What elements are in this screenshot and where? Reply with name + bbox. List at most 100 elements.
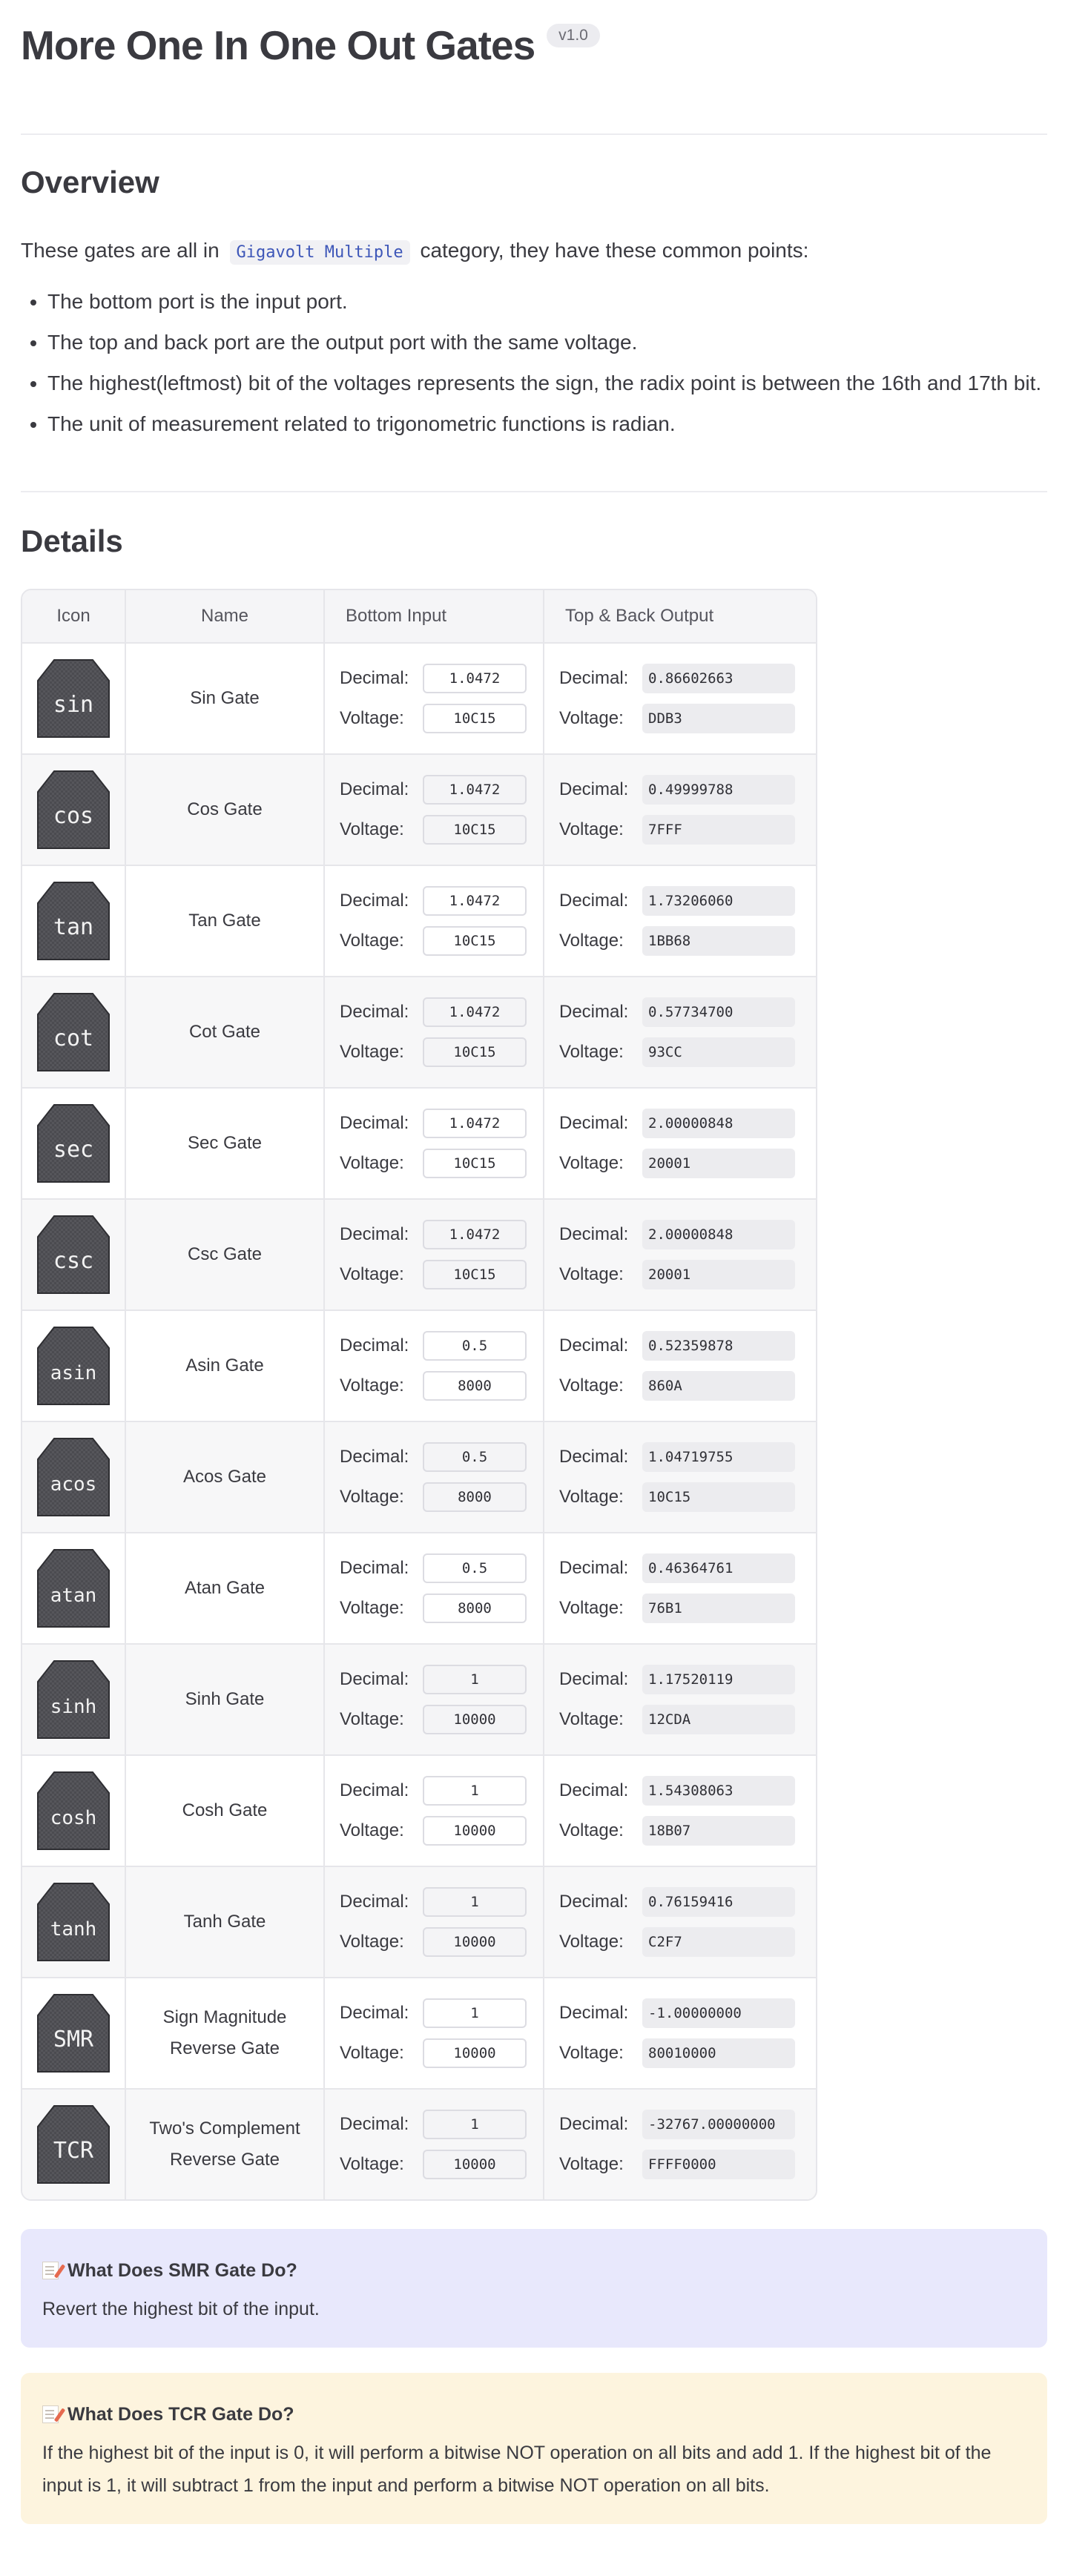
input-decimal-field[interactable]: 1.0472 [423, 775, 527, 805]
input-voltage-field[interactable]: 10000 [423, 2038, 527, 2068]
input-decimal-field[interactable]: 1.0472 [423, 886, 527, 916]
output-voltage-value: 10C15 [642, 1482, 795, 1512]
input-voltage-field[interactable]: 10C15 [423, 1149, 527, 1178]
output-cell: Decimal: 0.46364761 Voltage: 76B1 [544, 1533, 816, 1645]
decimal-label: Decimal: [559, 1002, 629, 1022]
output-decimal-row: Decimal: 0.57734700 [559, 992, 816, 1032]
gate-icon-cell: sec [22, 1089, 126, 1200]
input-decimal-field[interactable]: 0.5 [423, 1331, 527, 1361]
output-voltage-row: Voltage: 20001 [559, 1143, 816, 1183]
input-decimal-field[interactable]: 1.0472 [423, 997, 527, 1027]
input-voltage-field[interactable]: 8000 [423, 1482, 527, 1512]
input-voltage-row: Voltage: 10000 [340, 1922, 543, 1962]
voltage-label: Voltage: [559, 819, 624, 839]
gate-icon-label: TCR [53, 2138, 94, 2164]
gate-chip-icon: cot [37, 993, 110, 1071]
input-decimal-field[interactable]: 1.0472 [423, 1109, 527, 1138]
decimal-label: Decimal: [559, 668, 629, 688]
divider [21, 133, 1047, 135]
input-decimal-row: Decimal: 1 [340, 1882, 543, 1922]
decimal-label: Decimal: [559, 1113, 629, 1133]
input-voltage-field[interactable]: 10C15 [423, 815, 527, 845]
input-voltage-field[interactable]: 10C15 [423, 1260, 527, 1289]
decimal-label: Decimal: [340, 1892, 409, 1912]
gate-chip-icon: acos [37, 1438, 110, 1516]
input-decimal-field[interactable]: 0.5 [423, 1442, 527, 1472]
table-row: sinh Sinh Gate Decimal: 1 Voltage: 10000 Decim… [22, 1645, 816, 1756]
gate-name-cell: Asin Gate [126, 1311, 325, 1422]
input-voltage-field[interactable]: 10C15 [423, 1037, 527, 1067]
bottom-input-cell: Decimal: 0.5 Voltage: 8000 [325, 1311, 544, 1422]
input-decimal-field[interactable]: 1.0472 [423, 1220, 527, 1249]
input-decimal-field[interactable]: 1 [423, 1665, 527, 1694]
gate-icon-label: sin [53, 692, 93, 718]
gate-icon-cell: cos [22, 755, 126, 866]
input-voltage-field[interactable]: 8000 [423, 1594, 527, 1623]
divider [21, 491, 1047, 492]
smr-note: What Does SMR Gate Do? Revert the highes… [21, 2229, 1047, 2348]
gate-name-cell: Tanh Gate [126, 1867, 325, 1978]
output-cell: Decimal: 2.00000848 Voltage: 20001 [544, 1089, 816, 1200]
input-voltage-row: Voltage: 10000 [340, 2144, 543, 2184]
input-decimal-field[interactable]: 1 [423, 1776, 527, 1806]
decimal-label: Decimal: [340, 2003, 409, 2023]
gate-name-cell: Tan Gate [126, 866, 325, 977]
input-voltage-field[interactable]: 10000 [423, 2150, 527, 2179]
input-decimal-field[interactable]: 1.0472 [423, 664, 527, 693]
decimal-label: Decimal: [559, 1447, 629, 1467]
output-voltage-value: 12CDA [642, 1705, 795, 1734]
output-voltage-value: FFFF0000 [642, 2150, 795, 2179]
input-decimal-field[interactable]: 1 [423, 2110, 527, 2139]
voltage-label: Voltage: [340, 1709, 404, 1729]
bottom-input-cell: Decimal: 1 Voltage: 10000 [325, 1867, 544, 1978]
input-voltage-field[interactable]: 10C15 [423, 926, 527, 956]
voltage-label: Voltage: [559, 1153, 624, 1173]
input-voltage-field[interactable]: 10000 [423, 1705, 527, 1734]
output-voltage-value: 93CC [642, 1037, 795, 1067]
bottom-input-cell: Decimal: 0.5 Voltage: 8000 [325, 1422, 544, 1533]
table-row: cos Cos Gate Decimal: 1.0472 Voltage: 10C15 De… [22, 755, 816, 866]
gate-name-cell: Csc Gate [126, 1200, 325, 1311]
gate-icon-cell: TCR [22, 2090, 126, 2199]
voltage-label: Voltage: [559, 931, 624, 951]
input-decimal-field[interactable]: 1 [423, 1998, 527, 2028]
input-voltage-field[interactable]: 8000 [423, 1371, 527, 1401]
voltage-label: Voltage: [559, 1598, 624, 1618]
voltage-label: Voltage: [559, 1487, 624, 1507]
table-row: atan Atan Gate Decimal: 0.5 Voltage: 8000 Deci… [22, 1533, 816, 1645]
tcr-note-title: What Does TCR Gate Do? [42, 2398, 1026, 2431]
gate-icon-label: acos [50, 1473, 97, 1496]
input-voltage-row: Voltage: 10000 [340, 1700, 543, 1740]
input-voltage-row: Voltage: 10C15 [340, 1255, 543, 1295]
gate-chip-icon: sin [37, 659, 110, 738]
voltage-label: Voltage: [559, 1264, 624, 1284]
page: More One In One Out Gates v1.0 Overview … [0, 0, 1068, 2524]
decimal-label: Decimal: [340, 1447, 409, 1467]
output-voltage-value: 860A [642, 1371, 795, 1401]
voltage-label: Voltage: [340, 2043, 404, 2063]
gate-chip-icon: csc [37, 1215, 110, 1294]
output-decimal-value: 2.00000848 [642, 1220, 795, 1249]
gate-chip-icon: cos [37, 770, 110, 849]
voltage-label: Voltage: [559, 1932, 624, 1952]
gate-icon-cell: tanh [22, 1867, 126, 1978]
input-voltage-field[interactable]: 10000 [423, 1927, 527, 1957]
output-decimal-row: Decimal: -1.00000000 [559, 1993, 816, 2033]
gate-icon-cell: SMR [22, 1978, 126, 2090]
output-decimal-value: 1.54308063 [642, 1776, 795, 1806]
output-voltage-row: Voltage: 76B1 [559, 1588, 816, 1628]
gate-name-cell: Sign Magnitude Reverse Gate [126, 1978, 325, 2090]
output-voltage-row: Voltage: FFFF0000 [559, 2144, 816, 2184]
input-decimal-field[interactable]: 0.5 [423, 1553, 527, 1583]
input-decimal-row: Decimal: 1 [340, 1771, 543, 1811]
voltage-label: Voltage: [340, 708, 404, 728]
input-voltage-row: Voltage: 10C15 [340, 1032, 543, 1072]
gate-name: Cosh Gate [182, 1800, 268, 1820]
voltage-label: Voltage: [559, 1709, 624, 1729]
decimal-label: Decimal: [340, 891, 409, 911]
input-voltage-field[interactable]: 10000 [423, 1816, 527, 1846]
smr-note-body: Revert the highest bit of the input. [42, 2299, 320, 2319]
input-decimal-field[interactable]: 1 [423, 1887, 527, 1917]
voltage-label: Voltage: [559, 2154, 624, 2174]
input-voltage-field[interactable]: 10C15 [423, 704, 527, 733]
